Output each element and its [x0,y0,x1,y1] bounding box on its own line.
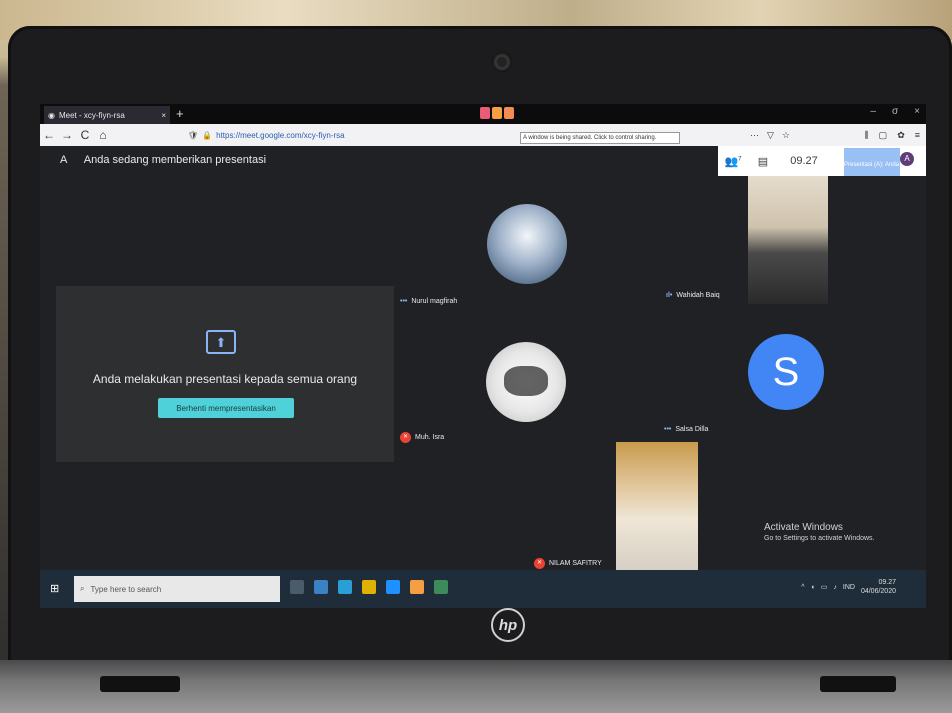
menu-icon[interactable]: ≡ [915,130,920,141]
app-icon[interactable] [434,580,448,594]
url-text[interactable]: https://meet.google.com/xcy-fiyn-rsa [216,131,345,140]
presenting-notice: Anda sedang memberikan presentasi [83,154,267,166]
hp-logo: hp [491,608,525,642]
present-screen-icon: ⬆ [206,330,236,354]
folder-icon[interactable] [362,580,376,594]
presentation-tile: ⬆ Anda melakukan presentasi kepada semua… [56,286,394,462]
search-icon: ⌕ [80,584,85,593]
mic-share-icon[interactable] [492,107,502,119]
toolbar-actions: ⫼ ▢ ✿ ≡ [865,130,920,141]
presenting-banner: A Anda sedang memberikan presentasi [60,154,266,166]
volume-icon[interactable]: ♪ [833,584,837,591]
browser-tab-meet[interactable]: ◉ Meet - xcy-fiyn-rsa × [44,106,170,124]
participant-name-salsa: ••• Salsa Dilla [664,426,709,433]
laptop-hinge-left [100,676,180,692]
back-button[interactable]: ← [40,128,58,142]
avatar-nurul [487,204,567,284]
tray-up-arrow-icon[interactable]: ^ [801,584,804,591]
browser-tab-bar: ◉ Meet - xcy-fiyn-rsa × + – σ × [40,104,926,124]
webcam [492,52,512,72]
presenter-label: Presentasi (A): Anda [844,162,900,168]
mic-off-icon: ✕ [534,558,545,569]
presentation-message: Anda melakukan presentasi kepada semua o… [92,372,358,386]
share-tooltip: A window is being shared. Click to contr… [520,132,680,144]
calligraphy-logo [504,366,548,396]
video-tile-wahidah [748,176,828,304]
taskbar-apps [290,580,448,594]
mic-off-icon: ✕ [400,432,411,443]
address-bar[interactable]: 🛡 🔒 https://meet.google.com/xcy-fiyn-rsa [188,128,518,142]
video-tile-nilam [616,442,698,570]
laptop-hinge-right [820,676,896,692]
forward-button[interactable]: → [58,128,76,142]
maximize-button[interactable]: σ [892,106,898,117]
network-icon[interactable]: ◖ [811,584,815,591]
minimize-button[interactable]: – [870,106,876,117]
shield-icon: 🛡 [188,130,199,140]
windows-taskbar: ⊞ ⌕ Type here to search ^ ◖ ▭ ♪ IND 09.2… [40,570,926,608]
window-controls: – σ × [870,106,920,117]
stop-presenting-button[interactable]: Berhenti mempresentasikan [158,398,294,418]
pocket-icon[interactable]: ▽ [767,130,774,141]
browser-nav-bar: ← → C ⌂ 🛡 🔒 https://meet.google.com/xcy-… [40,124,926,146]
tab-close-icon[interactable]: × [161,111,166,120]
close-window-button[interactable]: × [914,106,920,117]
meet-favicon-icon: ◉ [48,110,55,120]
library-icon[interactable]: ⫼ [865,130,869,141]
bookmark-star-icon[interactable]: ☆ [782,130,790,141]
participant-name-nilam: ✕ NILAM SAFITRY [534,558,602,569]
taskbar-clock[interactable]: 09.27 04/06/2020 [861,578,896,596]
new-tab-button[interactable]: + [176,106,184,121]
system-tray: ^ ◖ ▭ ♪ IND 09.27 04/06/2020 [801,578,896,596]
windows-start-icon[interactable]: ⊞ [50,582,64,596]
participant-name-wahidah: ıl• Wahidah Baiq [666,292,720,299]
store-icon[interactable] [338,580,352,594]
sidebar-icon[interactable]: ▢ [879,130,888,141]
avatar-muh-isra [486,342,566,422]
meeting-time: 09.27 [790,155,818,167]
camera-share-icon[interactable] [480,107,490,119]
audio-level-icon: ıl• [666,292,673,299]
reload-button[interactable]: C [76,128,94,142]
address-bar-actions: ··· ▽ ☆ [750,130,790,141]
speaking-indicator-icon: ••• [664,426,672,433]
activate-windows-watermark: Activate Windows Go to Settings to activ… [764,522,875,542]
speaking-indicator-icon: ••• [400,298,408,305]
edge-icon[interactable] [314,580,328,594]
presenting-initial: A [60,154,68,166]
laptop-screen: ◉ Meet - xcy-fiyn-rsa × + – σ × ← → C ⌂ … [40,104,926,608]
meet-call-view: A Anda sedang memberikan presentasi 👥7 ▤… [40,146,926,570]
taskbar-search[interactable]: ⌕ Type here to search [74,576,280,602]
sharing-indicator[interactable] [480,107,514,119]
search-placeholder: Type here to search [90,584,162,594]
tab-title: Meet - xcy-fiyn-rsa [58,110,125,120]
chat-icon[interactable]: ▤ [748,155,778,168]
participant-name-nurul: ••• Nurul magfirah [400,298,458,305]
participant-name-muh-isra: ✕ Muh. Isra [400,432,444,443]
battery-icon[interactable]: ▭ [821,583,828,591]
avatar-salsa: S [748,334,824,410]
participants-icon[interactable]: 👥7 [718,155,748,168]
extension-icon[interactable]: ✿ [897,130,905,141]
window-share-icon[interactable] [504,107,514,119]
mail-icon[interactable] [386,580,400,594]
task-view-icon[interactable] [290,580,304,594]
lock-icon: 🔒 [202,130,213,140]
firefox-icon[interactable] [410,580,424,594]
language-indicator[interactable]: IND [843,584,855,591]
home-button[interactable]: ⌂ [94,128,112,142]
self-avatar[interactable]: A [900,152,914,166]
more-icon[interactable]: ··· [750,130,759,141]
